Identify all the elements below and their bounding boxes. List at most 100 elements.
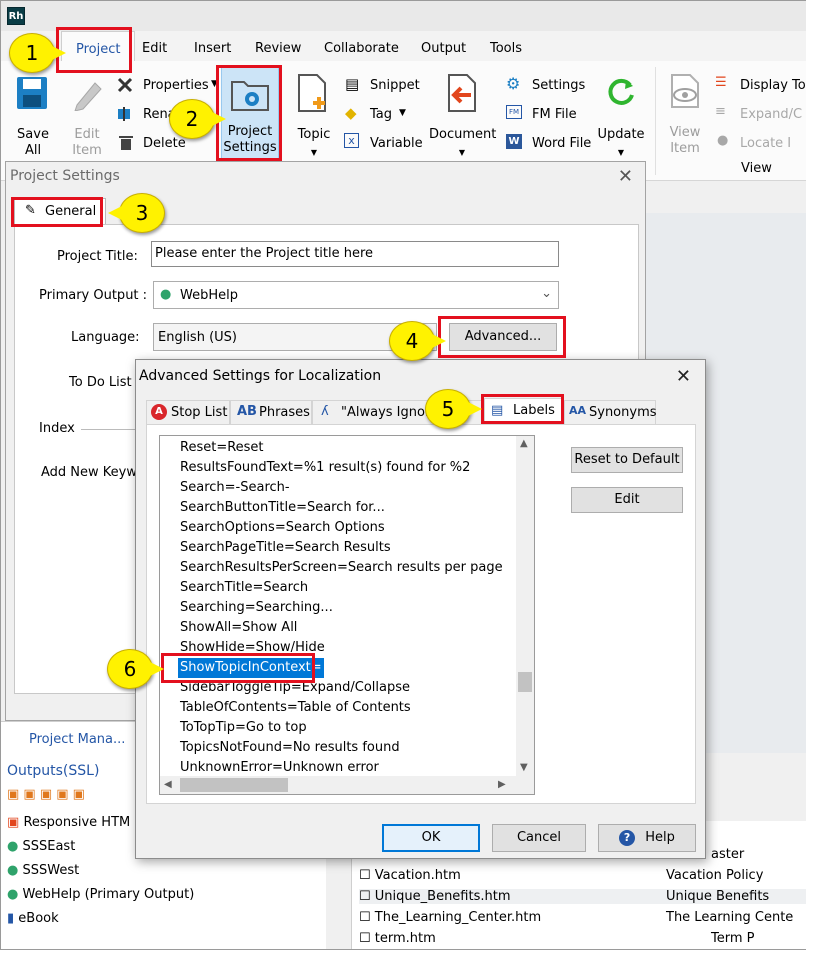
list-item[interactable]: ResultsFoundText=%1 result(s) found for … — [178, 458, 472, 478]
chevron-down-icon: ⌄ — [541, 286, 552, 301]
add-keyword-label: Add New Keywo — [41, 465, 145, 480]
file-title: Term P — [711, 931, 755, 946]
tab-stop-list[interactable]: A Stop List — [146, 400, 230, 424]
scroll-right-icon[interactable]: ▶ — [498, 779, 506, 790]
primary-output-select[interactable]: ● WebHelp ⌄ — [153, 281, 559, 309]
list-item[interactable]: SearchResultsPerScreen=Search results pe… — [178, 558, 505, 578]
expand-collapse-button[interactable]: Expand/C — [740, 107, 802, 122]
file-row[interactable]: ☐ term.htm — [359, 931, 436, 946]
project-manager-tab[interactable]: Project Mana... — [29, 732, 125, 747]
properties-button[interactable]: Properties — [143, 78, 209, 93]
horizontal-scrollbar[interactable]: ◀ ▶ — [160, 776, 534, 794]
snippet-button[interactable]: Snippet — [370, 78, 420, 93]
ok-button[interactable]: OK — [382, 824, 480, 852]
settings-button[interactable]: Settings — [532, 78, 585, 93]
tab-collaborate[interactable]: Collaborate — [324, 41, 399, 56]
list-item[interactable]: TopicsNotFound=No results found — [178, 738, 402, 758]
list-item[interactable]: TableOfContents=Table of Contents — [178, 698, 413, 718]
delete-button[interactable]: Delete — [143, 136, 186, 151]
tab-output[interactable]: Output — [421, 41, 466, 56]
project-title-input[interactable]: Please enter the Project title here — [151, 241, 559, 267]
edit-button[interactable]: Edit — [571, 487, 683, 513]
list-item[interactable]: ToTopTip=Go to top — [178, 718, 309, 738]
list-item[interactable]: SearchTitle=Search — [178, 578, 310, 598]
list-item[interactable]: ShowAll=Show All — [178, 618, 299, 638]
output-row-webhelp[interactable]: ● WebHelp (Primary Output) — [7, 887, 194, 902]
refresh-icon — [608, 78, 634, 105]
outputs-toolbar-icons: ▣ ▣ ▣ ▣ ▣ — [7, 787, 85, 802]
topic-button[interactable]: Topic ▼ — [291, 69, 337, 161]
tab-label: Phrases — [259, 405, 310, 420]
expand-icon: ≡ — [715, 104, 726, 119]
list-item[interactable]: SearchOptions=Search Options — [178, 518, 387, 538]
topic-dropdown-icon[interactable]: ▼ — [291, 145, 337, 161]
view-group-label: View — [741, 161, 772, 176]
callout-6: 6 — [107, 649, 164, 689]
tab-tools[interactable]: Tools — [490, 41, 522, 56]
output-row-ebook[interactable]: ▮ eBook — [7, 911, 59, 926]
close-icon[interactable]: ✕ — [618, 166, 633, 187]
display-to-button[interactable]: Display To — [740, 78, 806, 93]
language-label: Language: — [71, 330, 140, 345]
tab-review[interactable]: Review — [255, 41, 301, 56]
callout-1: 1 — [9, 33, 66, 73]
list-item[interactable]: Searching=Searching... — [178, 598, 335, 618]
list-item[interactable]: SearchPageTitle=Search Results — [178, 538, 393, 558]
update-button[interactable]: Update ▼ — [595, 69, 647, 161]
ebook-icon: ▮ — [7, 911, 15, 926]
import-document-icon — [448, 74, 476, 112]
tag-dropdown-icon[interactable]: ▼ — [399, 108, 406, 118]
callout-5: 5 — [425, 389, 482, 429]
edit-item-button[interactable]: Edit Item — [63, 69, 111, 159]
scrollbar-thumb[interactable] — [518, 672, 532, 692]
view-eye-icon — [671, 74, 699, 108]
vertical-scrollbar[interactable]: ▲ ▼ — [516, 436, 534, 778]
scroll-up-icon[interactable]: ▲ — [520, 438, 528, 449]
reset-to-default-button[interactable]: Reset to Default — [571, 447, 683, 473]
language-value: English (US) — [158, 330, 237, 345]
save-all-button[interactable]: Save All — [11, 69, 55, 159]
output-name: WebHelp (Primary Output) — [22, 887, 195, 902]
list-item[interactable]: UnknownError=Unknown error — [178, 758, 381, 778]
locate-item-button[interactable]: Locate I — [740, 136, 791, 151]
output-row-ssseast[interactable]: ● SSSEast — [7, 839, 75, 854]
callout-2: 2 — [169, 99, 226, 139]
webhelp-icon: ● — [7, 887, 19, 902]
file-row[interactable]: ☐ Vacation.htm — [359, 868, 461, 883]
rename-icon — [118, 107, 130, 121]
help-button[interactable]: ? Help — [598, 824, 696, 852]
update-dropdown-icon[interactable]: ▼ — [595, 145, 647, 161]
scrollbar-thumb[interactable] — [180, 778, 288, 792]
file-row[interactable]: ☐ The_Learning_Center.htm — [359, 910, 541, 925]
labels-listbox[interactable]: Reset=Reset ResultsFoundText=%1 result(s… — [159, 435, 535, 795]
tab-insert[interactable]: Insert — [194, 41, 231, 56]
cancel-button[interactable]: Cancel — [492, 824, 586, 852]
webhelp-icon: ● — [7, 863, 19, 878]
phrases-icon: AB — [237, 404, 257, 419]
list-item[interactable]: SearchButtonTitle=Search for... — [178, 498, 387, 518]
output-name: eBook — [18, 911, 59, 926]
settings-gear-icon: ⚙ — [506, 74, 521, 93]
variable-button[interactable]: Variable — [370, 136, 423, 151]
word-file-button[interactable]: Word File — [532, 136, 591, 151]
list-item[interactable]: Search=-Search- — [178, 478, 292, 498]
locate-pin-icon: ● — [717, 133, 729, 148]
tab-edit[interactable]: Edit — [142, 41, 167, 56]
close-icon[interactable]: ✕ — [676, 366, 691, 387]
tab-synonyms[interactable]: AA Synonyms — [564, 400, 657, 424]
document-button[interactable]: Document ▼ — [429, 69, 496, 161]
output-row-ssswest[interactable]: ● SSSWest — [7, 863, 79, 878]
save-all-label: Save All — [17, 127, 49, 158]
new-topic-icon — [298, 74, 326, 112]
tag-button[interactable]: Tag — [370, 107, 392, 122]
view-item-button[interactable]: View Item — [663, 69, 707, 161]
topic-label: Topic — [297, 127, 331, 142]
scroll-down-icon[interactable]: ▼ — [520, 762, 528, 773]
list-item[interactable]: Reset=Reset — [178, 438, 266, 458]
scroll-left-icon[interactable]: ◀ — [164, 779, 172, 790]
document-dropdown-icon[interactable]: ▼ — [429, 145, 495, 161]
outputs-header: Outputs(SSL) — [7, 763, 100, 779]
fm-file-button[interactable]: FM File — [532, 107, 577, 122]
tab-phrases[interactable]: AB Phrases — [230, 400, 312, 424]
output-row-responsive[interactable]: ▣ Responsive HTM — [7, 815, 130, 830]
